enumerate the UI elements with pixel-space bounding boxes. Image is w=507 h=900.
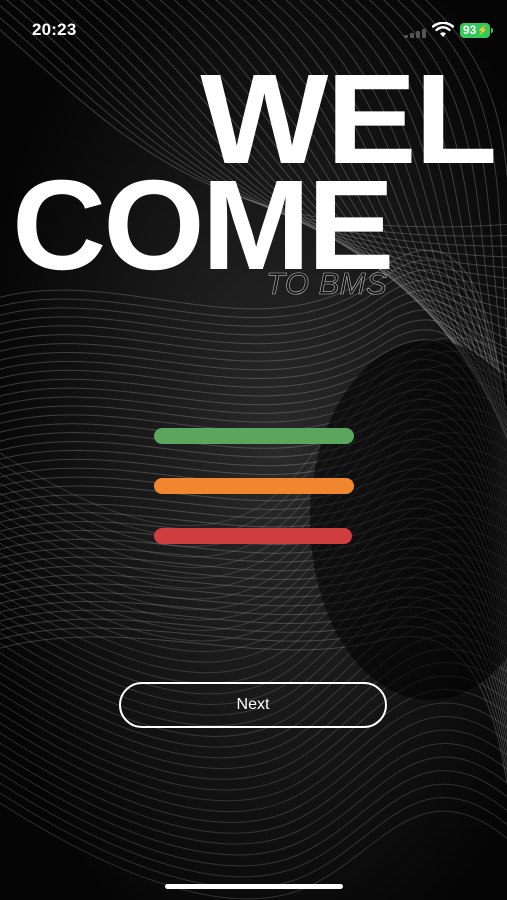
welcome-screen: 20:23 93 ⚡ WEL COME TO BMS Next	[0, 0, 507, 900]
red-bar	[154, 528, 352, 544]
next-button[interactable]: Next	[119, 682, 387, 728]
battery-tip	[491, 28, 493, 33]
orange-bar	[154, 478, 354, 494]
home-indicator	[165, 884, 343, 889]
charging-bolt-icon: ⚡	[477, 25, 489, 35]
wifi-icon	[432, 22, 454, 37]
battery-level: 93	[463, 23, 477, 37]
battery-icon: 93 ⚡	[460, 23, 490, 38]
green-bar	[154, 428, 354, 444]
status-time: 20:23	[32, 20, 77, 39]
signal-icon	[404, 29, 426, 38]
welcome-subtitle: TO BMS	[266, 266, 388, 302]
